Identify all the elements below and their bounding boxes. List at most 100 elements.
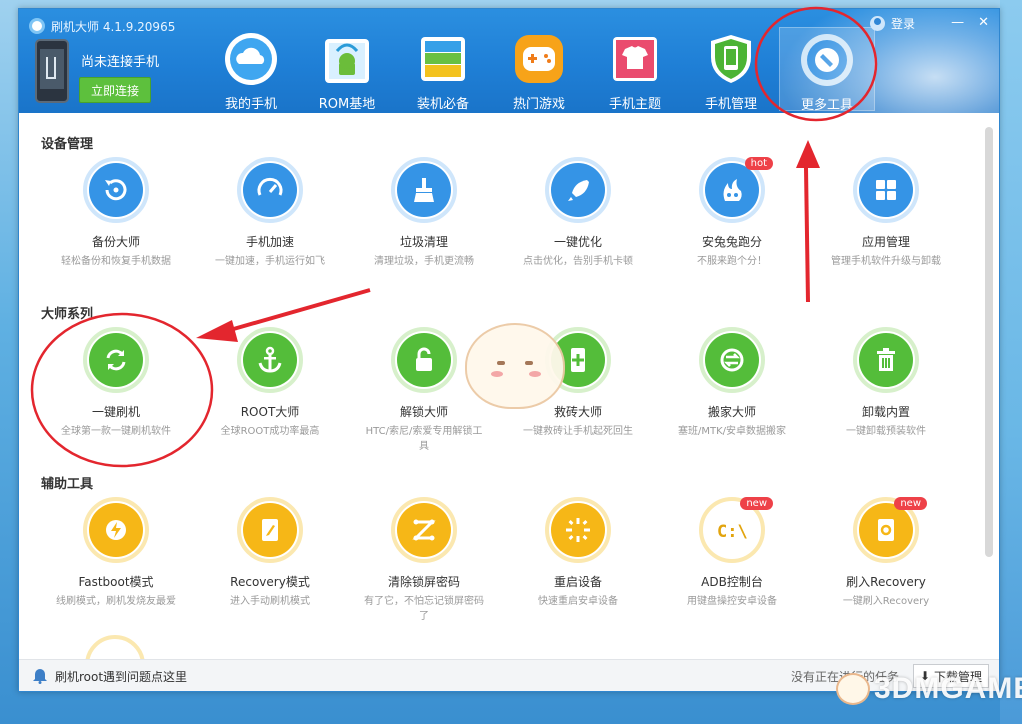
nav-rom-base[interactable]: ROM基地 (299, 27, 395, 112)
tool-title: 卸载内置 (861, 405, 910, 419)
nav-essentials[interactable]: 装机必备 (395, 27, 491, 112)
header: 刷机大师 4.1.9.20965 登录 — ✕ 尚未连接手机 立即连接 我的手机 (19, 9, 999, 113)
tool-desc: 一键卸载预装软件 (846, 426, 926, 437)
tool-reboot-device[interactable]: 重启设备 快速重启安卓设备 (501, 497, 655, 609)
tool-desc: 管理手机软件升级与卸载 (831, 256, 941, 267)
loading-icon (551, 503, 605, 557)
anchor-icon (243, 333, 297, 387)
nav-hot-games[interactable]: 热门游戏 (491, 27, 587, 112)
watermark-mascot-icon (836, 673, 870, 705)
nav-phone-themes[interactable]: 手机主题 (587, 27, 683, 112)
tool-flash-recovery[interactable]: new 刷入Recovery 一键刷入Recovery (809, 497, 963, 609)
tool-desc: 不服来跑个分！ (697, 256, 767, 267)
login-label: 登录 (890, 17, 915, 31)
close-button[interactable]: ✕ (978, 15, 989, 30)
tool-title: 一键优化 (553, 235, 602, 249)
gamepad-icon (511, 31, 567, 87)
phone-usb-icon (35, 39, 69, 103)
antutu-icon (705, 163, 759, 217)
tool-desc: 塞班/MTK/安卓数据搬家 (677, 426, 787, 437)
minimize-button[interactable]: — (951, 15, 964, 30)
tool-uninstall-builtin[interactable]: 卸载内置 一键卸载预装软件 (809, 327, 963, 439)
nav-label: ROM基地 (318, 97, 376, 112)
tool-desc: 快速重启安卓设备 (538, 596, 618, 607)
window-controls: — ✕ (951, 15, 989, 30)
nav-label: 我的手机 (224, 97, 277, 112)
bell-icon (33, 669, 47, 684)
tool-desc: 一键救砖让手机起死回生 (523, 426, 633, 437)
refresh-icon (89, 333, 143, 387)
tool-adb-console[interactable]: C:\ new ADB控制台 用键盘操控安卓设备 (655, 497, 809, 609)
login-link[interactable]: 登录 (869, 15, 915, 32)
backup-icon (89, 163, 143, 217)
section-title-aux: 辅助工具 (41, 477, 94, 492)
tablet-edit-icon (243, 503, 297, 557)
tool-junk-clean[interactable]: 垃圾清理 清理垃圾，手机更流畅 (347, 157, 501, 269)
tool-fastboot[interactable]: Fastboot模式 线刷模式，刷机发烧友最爱 (39, 497, 193, 609)
tool-title: ADB控制台 (701, 575, 763, 589)
nav-phone-manager[interactable]: 手机管理 (683, 27, 779, 112)
cloud-icon (223, 31, 279, 87)
wrench-gear-icon (799, 32, 855, 88)
tool-title: ROOT大师 (240, 405, 300, 419)
nav-more-tools[interactable]: 更多工具 (779, 27, 875, 113)
tool-backup-master[interactable]: 备份大师 轻松备份和恢复手机数据 (39, 157, 193, 269)
tool-desc: 有了它，不怕忘记锁屏密码了 (364, 596, 484, 622)
phone-status: 尚未连接手机 (81, 55, 160, 70)
unlock-icon (397, 333, 451, 387)
new-badge: new (740, 497, 773, 510)
tool-desc: 一键刷入Recovery (842, 596, 930, 607)
nav-label: 装机必备 (416, 97, 469, 112)
tool-antutu-benchmark[interactable]: hot 安兔兔跑分 不服来跑个分！ (655, 157, 809, 269)
tool-recovery-mode[interactable]: Recovery模式 进入手动刷机模式 (193, 497, 347, 609)
console-icon: C:\ (705, 503, 759, 557)
main-nav: 我的手机 ROM基地 装机必备 热门游戏 手机主题 手机管理 更多工具 (203, 27, 875, 113)
android-bag-icon (319, 31, 375, 87)
tablet-gear-icon (859, 503, 913, 557)
tshirt-icon (607, 31, 663, 87)
nav-my-phone[interactable]: 我的手机 (203, 27, 299, 112)
phone-shield-icon (703, 31, 759, 87)
tool-desc: HTC/索尼/索爱专用解锁工具 (365, 426, 483, 452)
pattern-icon (397, 503, 451, 557)
connect-button[interactable]: 立即连接 (79, 77, 151, 103)
svg-text:C:\: C:\ (717, 522, 748, 542)
app-logo-icon (29, 18, 45, 34)
partial-tool-item (85, 635, 145, 659)
tool-title: 救砖大师 (553, 405, 602, 419)
tool-data-transfer[interactable]: 搬家大师 塞班/MTK/安卓数据搬家 (655, 327, 809, 439)
window-title: 刷机大师 4.1.9.20965 (51, 19, 176, 34)
phone-connection: 尚未连接手机 立即连接 (35, 39, 195, 109)
nav-label: 手机主题 (608, 97, 661, 112)
tool-desc: 用键盘操控安卓设备 (687, 596, 777, 607)
tool-one-click-flash[interactable]: 一键刷机 全球第一款一键刷机软件 (39, 327, 193, 439)
nav-label: 更多工具 (800, 98, 853, 113)
tool-one-click-optimize[interactable]: 一键优化 点击优化，告别手机卡顿 (501, 157, 655, 269)
nav-label: 热门游戏 (512, 97, 565, 112)
tool-title: 应用管理 (861, 235, 910, 249)
apps-icon (859, 163, 913, 217)
scrollbar[interactable] (985, 127, 993, 557)
tool-title: 一键刷机 (91, 405, 140, 419)
help-link[interactable]: 刷机root遇到问题点这里 (55, 668, 187, 685)
tool-title: 安兔兔跑分 (701, 235, 762, 249)
watermark: 3DMGAME (836, 672, 1022, 706)
tool-title: 备份大师 (91, 235, 140, 249)
hot-badge: hot (744, 157, 773, 170)
tool-title: 搬家大师 (707, 405, 756, 419)
tool-desc: 点击优化，告别手机卡顿 (523, 256, 633, 267)
tool-desc: 全球ROOT成功率最高 (220, 426, 320, 437)
lightning-icon (89, 503, 143, 557)
desktop-background (1000, 0, 1022, 724)
nav-label: 手机管理 (704, 97, 757, 112)
watermark-text: 3DMGAME (874, 672, 1022, 705)
tool-app-manager[interactable]: 应用管理 管理手机软件升级与卸载 (809, 157, 963, 269)
tool-root-master[interactable]: ROOT大师 全球ROOT成功率最高 (193, 327, 347, 439)
tool-title: 手机加速 (245, 235, 294, 249)
speedometer-icon (243, 163, 297, 217)
tool-clear-lock-password[interactable]: 清除锁屏密码 有了它，不怕忘记锁屏密码了 (347, 497, 501, 624)
trash-icon (859, 333, 913, 387)
tool-desc: 线刷模式，刷机发烧友最爱 (56, 596, 176, 607)
tool-phone-speedup[interactable]: 手机加速 一键加速，手机运行如飞 (193, 157, 347, 269)
tool-desc: 轻松备份和恢复手机数据 (61, 256, 171, 267)
